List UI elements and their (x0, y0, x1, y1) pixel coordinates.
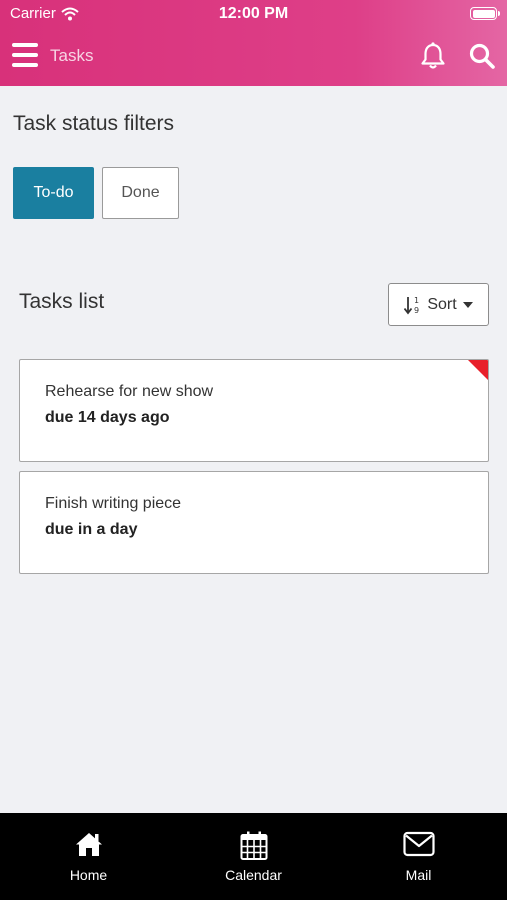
task-name: Finish writing piece (45, 495, 182, 512)
sort-label: Sort (427, 295, 457, 313)
svg-text:9: 9 (414, 306, 419, 315)
status-time: 12:00 PM (218, 5, 289, 22)
page-title: Tasks (50, 46, 94, 65)
calendar-icon (240, 831, 267, 860)
tab-label: Mail (405, 867, 432, 883)
task-due-date: due in a day (45, 521, 138, 538)
tab-home[interactable]: Home (4, 813, 173, 900)
filters-heading: Task status filters (13, 112, 175, 135)
tab-mail[interactable]: Mail (334, 813, 503, 900)
task-card[interactable]: Finish writing piece due in a day (19, 471, 489, 574)
sort-button[interactable]: 1 9 Sort (388, 283, 489, 326)
search-icon (469, 43, 495, 69)
app-header: Carrier 12:00 PM Tasks (0, 0, 507, 86)
tab-label: Home (69, 867, 108, 883)
search-button[interactable] (468, 42, 496, 70)
task-name: Rehearse for new show (45, 383, 214, 400)
task-due-date: due 14 days ago (45, 409, 170, 426)
menu-icon (12, 43, 38, 47)
filter-done-button[interactable]: Done (102, 167, 179, 219)
tasks-list-heading: Tasks list (19, 290, 105, 313)
home-icon (75, 833, 102, 856)
overdue-flag-icon (468, 360, 488, 380)
sort-numeric-icon: 1 9 (404, 296, 419, 315)
notifications-button[interactable] (420, 42, 446, 70)
battery-icon (470, 7, 500, 20)
caret-down-icon (462, 301, 473, 308)
filter-todo-button[interactable]: To-do (13, 167, 94, 219)
bell-icon (421, 42, 445, 69)
mail-icon (402, 831, 435, 857)
tab-label: Calendar (225, 867, 282, 883)
tab-calendar[interactable]: Calendar (169, 813, 338, 900)
nav-bar: Tasks (0, 28, 507, 86)
task-card[interactable]: Rehearse for new show due 14 days ago (19, 359, 489, 462)
status-bar: Carrier 12:00 PM (0, 0, 507, 28)
svg-text:1: 1 (414, 296, 419, 305)
menu-button[interactable] (12, 43, 38, 67)
bottom-tab-bar: Home Calendar Mail (0, 813, 507, 900)
